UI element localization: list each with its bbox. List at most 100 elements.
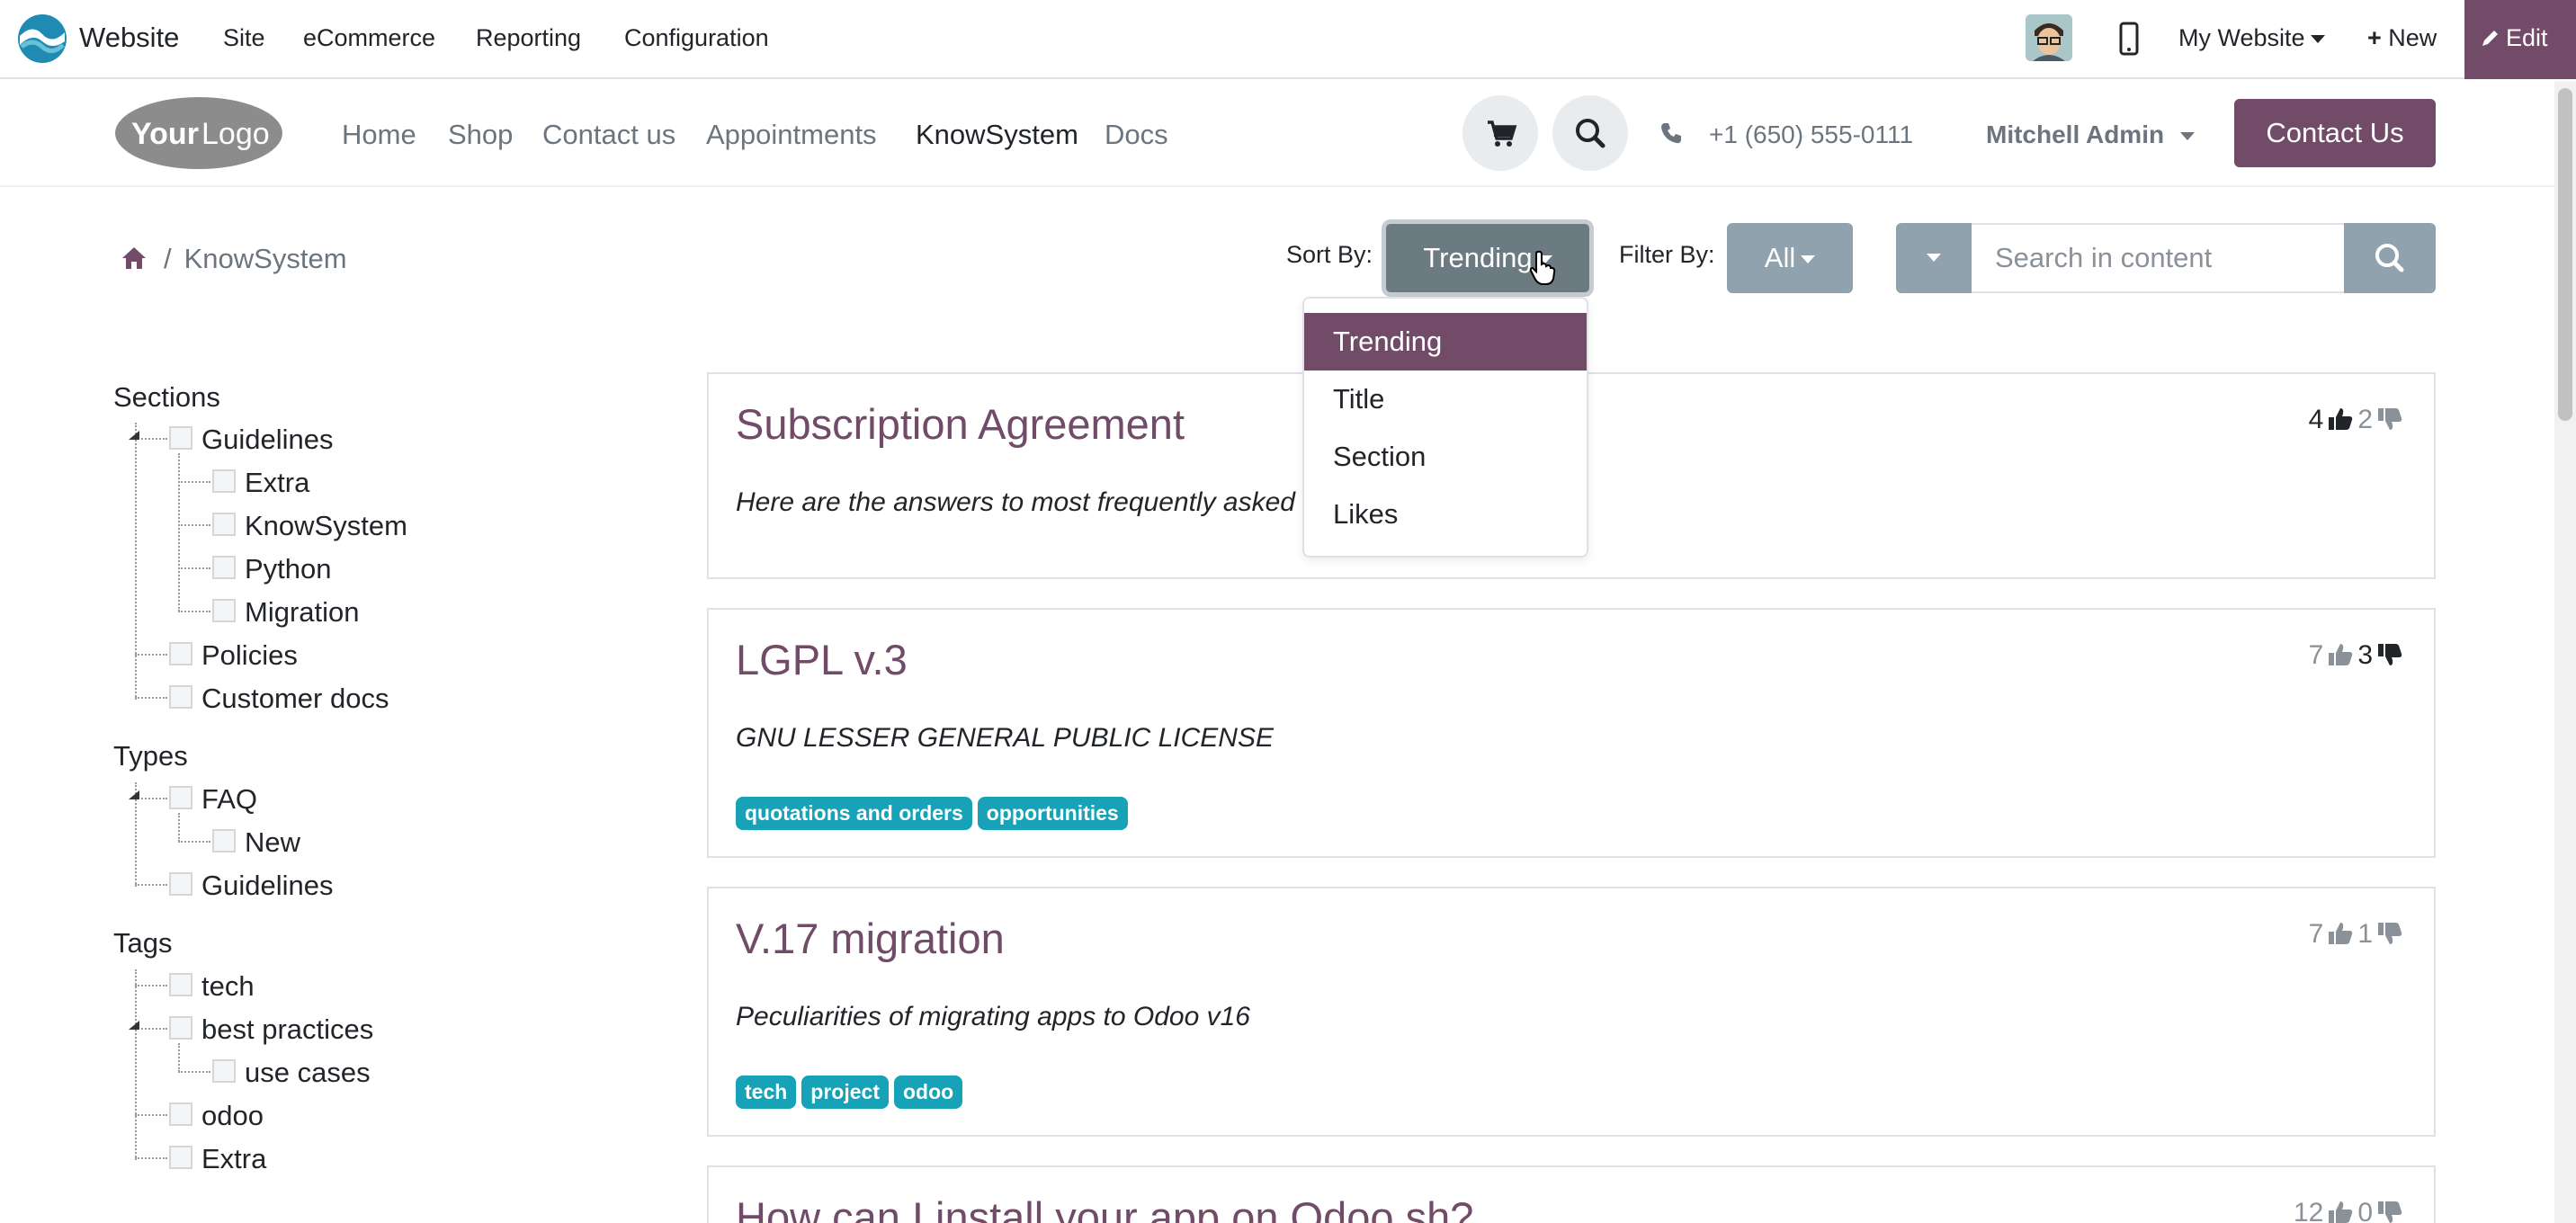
nav-docs[interactable]: Docs	[1105, 119, 1168, 151]
tag-tech[interactable]: tech	[201, 970, 255, 1003]
section-python[interactable]: Python	[245, 553, 332, 585]
article-card[interactable]: LGPL v.3 GNU LESSER GENERAL PUBLIC LICEN…	[707, 608, 2436, 858]
thumbs-down-icon[interactable]	[2376, 921, 2403, 946]
breadcrumb-separator: /	[164, 243, 172, 274]
sort-option-trending[interactable]: Trending	[1304, 313, 1587, 370]
section-knowsystem[interactable]: KnowSystem	[245, 510, 407, 542]
checkbox-faq[interactable]	[169, 786, 192, 809]
tree-line	[178, 611, 210, 612]
scrollbar-thumb[interactable]	[2558, 88, 2572, 421]
nav-home[interactable]: Home	[342, 119, 416, 151]
menu-reporting[interactable]: Reporting	[476, 24, 581, 52]
nav-appointments[interactable]: Appointments	[706, 119, 877, 151]
my-website-dropdown[interactable]: My Website	[2178, 24, 2325, 52]
type-faq[interactable]: FAQ	[201, 783, 257, 816]
tag-badge[interactable]: tech	[736, 1076, 797, 1109]
article-card[interactable]: V.17 migration Peculiarities of migratin…	[707, 887, 2436, 1137]
website-app-icon[interactable]	[16, 13, 68, 65]
new-label: New	[2388, 24, 2437, 51]
menu-configuration[interactable]: Configuration	[624, 24, 769, 52]
sort-option-title[interactable]: Title	[1304, 370, 1587, 428]
tree-line	[178, 481, 210, 483]
article-votes: 42	[2309, 405, 2407, 435]
checkbox-migration[interactable]	[212, 599, 236, 622]
tag-extra[interactable]: Extra	[201, 1143, 266, 1175]
collapse-triangle-icon[interactable]	[128, 1020, 140, 1031]
cart-button[interactable]	[1462, 95, 1538, 171]
tag-use-cases[interactable]: use cases	[245, 1057, 371, 1089]
section-policies[interactable]: Policies	[201, 639, 298, 672]
page-scrollbar[interactable]	[2554, 81, 2576, 1223]
collapse-triangle-icon[interactable]	[128, 430, 140, 441]
tag-best-practices[interactable]: best practices	[201, 1013, 373, 1046]
article-title[interactable]: Subscription Agreement	[736, 399, 1185, 449]
thumbs-up-icon[interactable]	[2327, 642, 2354, 667]
thumbs-down-icon[interactable]	[2376, 642, 2403, 667]
sort-option-likes[interactable]: Likes	[1304, 486, 1587, 543]
tag-badge[interactable]: opportunities	[977, 797, 1128, 830]
article-title[interactable]: LGPL v.3	[736, 635, 908, 684]
search-scope-dropdown[interactable]	[1896, 223, 1972, 293]
chevron-down-icon	[2180, 132, 2196, 141]
checkbox-tech[interactable]	[169, 973, 192, 996]
menu-ecommerce[interactable]: eCommerce	[303, 24, 435, 52]
edit-button[interactable]: Edit	[2464, 0, 2576, 79]
section-extra[interactable]: Extra	[245, 467, 309, 499]
checkbox-python[interactable]	[212, 556, 236, 579]
article-title[interactable]: V.17 migration	[736, 914, 1005, 963]
checkbox-best-practices[interactable]	[169, 1016, 192, 1040]
website-header: Your Logo Home Shop Contact us Appointme…	[0, 81, 2554, 187]
checkbox-tag-extra[interactable]	[169, 1146, 192, 1169]
mobile-preview-icon[interactable]	[2119, 22, 2139, 56]
phone-number[interactable]: +1 (650) 555-0111	[1709, 121, 1913, 149]
checkbox-use-cases[interactable]	[212, 1059, 236, 1083]
header-search-button[interactable]	[1552, 95, 1628, 171]
collapse-triangle-icon[interactable]	[128, 790, 140, 800]
tag-badge[interactable]: project	[801, 1076, 889, 1109]
app-name[interactable]: Website	[79, 22, 179, 54]
home-icon[interactable]	[121, 245, 148, 271]
dislikes-count: 2	[2357, 405, 2373, 434]
article-title[interactable]: How can I install your app on Odoo.sh?	[736, 1192, 1473, 1223]
type-guidelines[interactable]: Guidelines	[201, 870, 333, 902]
svg-text:Your: Your	[131, 117, 199, 151]
tag-badge[interactable]: odoo	[893, 1076, 963, 1109]
tree-line	[135, 697, 167, 699]
thumbs-up-icon[interactable]	[2327, 406, 2354, 432]
sort-dropdown-button[interactable]: Trending	[1382, 219, 1594, 297]
search-input[interactable]	[1972, 223, 2344, 293]
sort-option-section[interactable]: Section	[1304, 428, 1587, 486]
section-migration[interactable]: Migration	[245, 596, 360, 629]
checkbox-policies[interactable]	[169, 642, 192, 665]
thumbs-down-icon[interactable]	[2376, 1200, 2403, 1223]
contact-us-button[interactable]: Contact Us	[2234, 99, 2436, 167]
user-avatar[interactable]	[2026, 14, 2072, 61]
section-customer-docs[interactable]: Customer docs	[201, 683, 389, 715]
checkbox-type-guidelines[interactable]	[169, 872, 192, 896]
filter-by-label: Filter By:	[1619, 241, 1715, 268]
user-menu[interactable]: Mitchell Admin	[1986, 121, 2196, 149]
section-guidelines[interactable]: Guidelines	[201, 424, 333, 456]
new-button[interactable]: + New	[2367, 24, 2437, 52]
my-website-label: My Website	[2178, 24, 2305, 51]
article-card[interactable]: How can I install your app on Odoo.sh? 1…	[707, 1165, 2436, 1223]
tag-badge[interactable]: quotations and orders	[736, 797, 972, 830]
checkbox-extra[interactable]	[212, 469, 236, 493]
type-new[interactable]: New	[245, 826, 300, 859]
thumbs-up-icon[interactable]	[2327, 921, 2354, 946]
nav-shop[interactable]: Shop	[448, 119, 513, 151]
checkbox-new[interactable]	[212, 829, 236, 853]
search-submit-button[interactable]	[2344, 223, 2436, 293]
tag-odoo[interactable]: odoo	[201, 1100, 264, 1132]
checkbox-guidelines[interactable]	[169, 426, 192, 450]
thumbs-down-icon[interactable]	[2376, 406, 2403, 432]
menu-site[interactable]: Site	[223, 24, 265, 52]
filter-dropdown-button[interactable]: All	[1727, 223, 1853, 293]
checkbox-customer-docs[interactable]	[169, 685, 192, 709]
checkbox-odoo[interactable]	[169, 1102, 192, 1126]
nav-knowsystem[interactable]: KnowSystem	[916, 119, 1078, 151]
checkbox-knowsystem[interactable]	[212, 513, 236, 536]
thumbs-up-icon[interactable]	[2327, 1200, 2354, 1223]
nav-contact-us[interactable]: Contact us	[542, 119, 675, 151]
your-logo[interactable]: Your Logo	[113, 95, 284, 171]
